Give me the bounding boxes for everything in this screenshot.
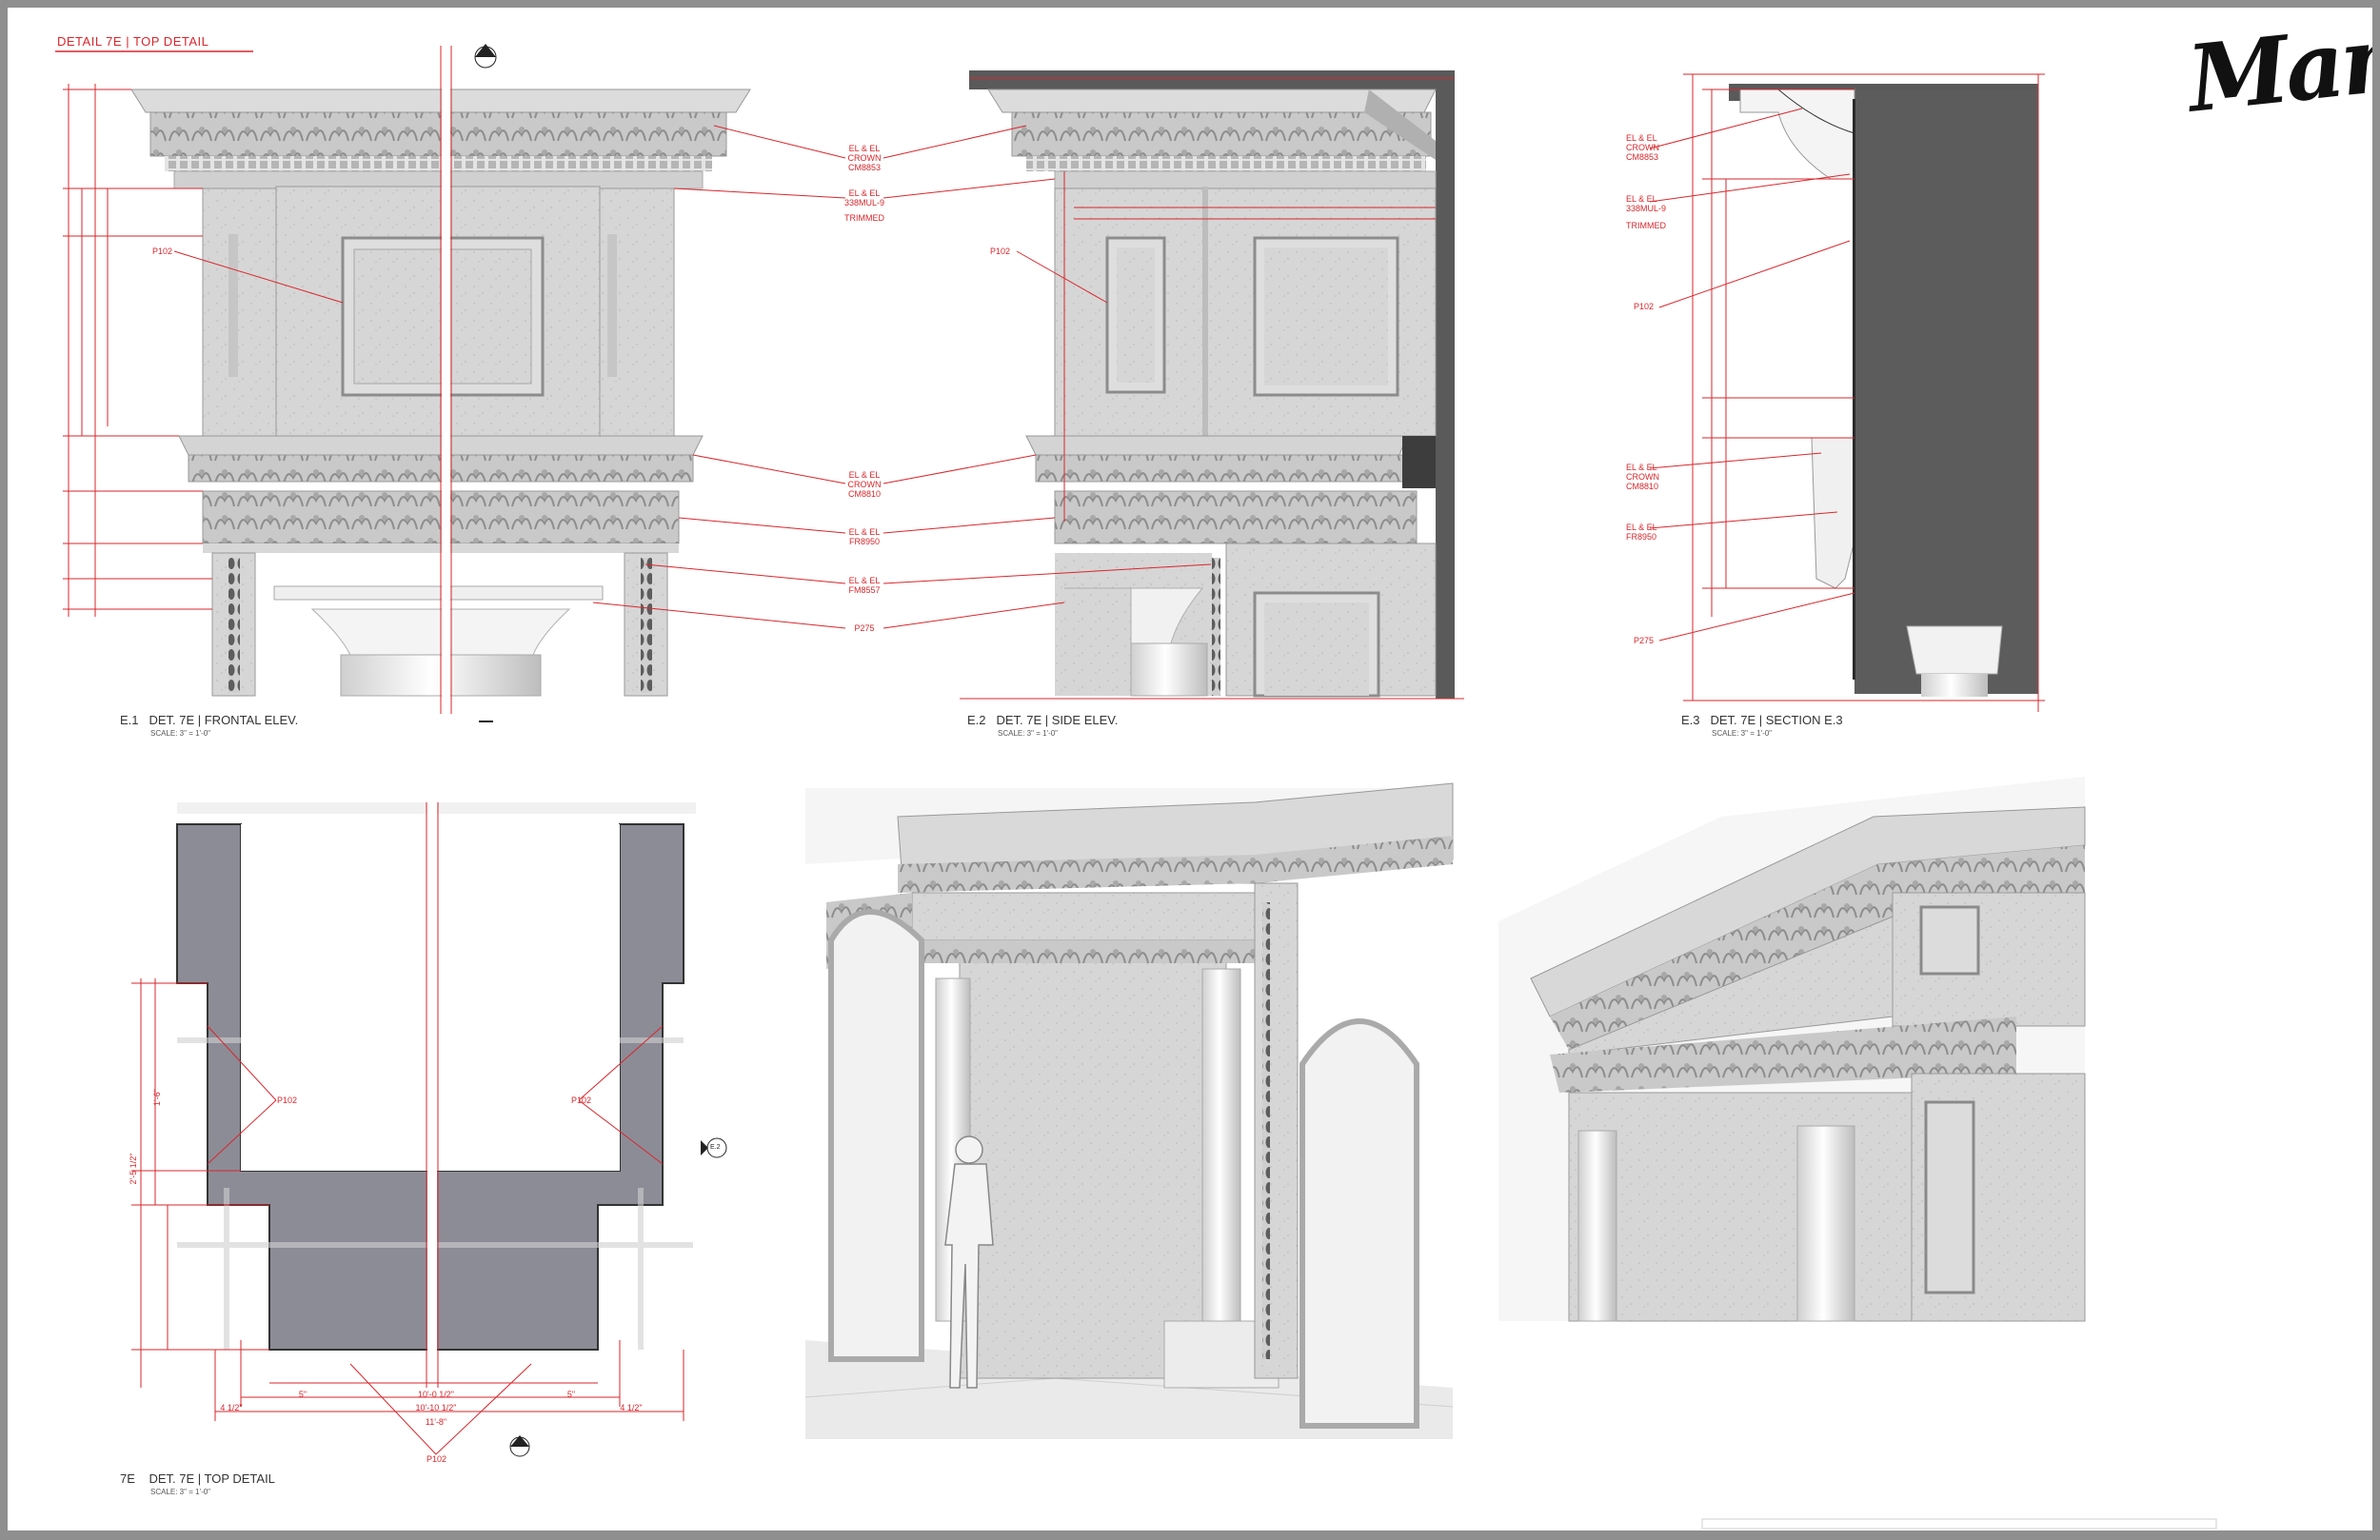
tag-p102-plan-left: P102	[277, 1096, 298, 1105]
side-elevation	[883, 70, 1464, 700]
section-view	[1649, 73, 2045, 712]
tag-p102-e1: P102	[152, 247, 173, 256]
drawing-canvas	[55, 44, 2217, 1530]
dim-overall: 11'-8"	[425, 1417, 447, 1427]
view-title-e1: E.1 DET. 7E | FRONTAL ELEV. SCALE: 3" = …	[120, 713, 299, 738]
view-title-e3: E.3 DET. 7E | SECTION E.3 SCALE: 3" = 1'…	[1681, 713, 1843, 738]
dim-return-a: 5"	[298, 1390, 307, 1399]
dim-inner2: 10'-0 1/2"	[418, 1390, 454, 1399]
view-title-7e: 7E DET. 7E | TOP DETAIL SCALE: 3" = 1'-0…	[120, 1471, 275, 1496]
dim-side-a: 4 1/2"	[220, 1403, 243, 1412]
tag-p102-plan-right: P102	[571, 1096, 592, 1105]
dim-side-b: 4 1/2"	[620, 1403, 643, 1412]
drawing-sheet: DETAIL 7E | TOP DETAIL Mank EL & EL CROW…	[8, 8, 2372, 1530]
marker-e2: E.2	[710, 1144, 721, 1151]
e3-callout-338mul: EL & EL 338MUL-9	[1626, 194, 1667, 213]
e3-callout-crown-cm8810: EL & EL CROWN CM8810	[1626, 463, 1659, 491]
dim-return-b: 5"	[566, 1390, 576, 1399]
perspective-render-2	[1498, 777, 2086, 1322]
e3-callout-trimmed: TRIMMED	[1626, 221, 1666, 230]
e3-callout-p275: P275	[1634, 636, 1655, 645]
dim-flank: 1'-6"	[152, 1089, 162, 1106]
e3-callout-p102: P102	[1634, 302, 1655, 311]
e3-callout-crown-cm8853: EL & EL CROWN CM8853	[1626, 133, 1659, 162]
frontal-elevation	[55, 44, 846, 722]
dim-depth: 2'-5 1/2"	[129, 1153, 138, 1185]
perspective-render-1	[804, 777, 1454, 1439]
view-title-e2: E.2 DET. 7E | SIDE ELEV. SCALE: 3" = 1'-…	[967, 713, 1119, 738]
callout-crown-cm8810: EL & EL CROWN CM8810	[847, 470, 882, 499]
callout-338mul: EL & EL 338MUL-9	[843, 188, 885, 207]
callout-p275: P275	[854, 623, 875, 633]
callout-fr8950: EL & EL FR8950	[848, 527, 881, 546]
callout-trimmed: TRIMMED	[844, 213, 884, 223]
dim-inner: 10'-10 1/2"	[415, 1403, 457, 1412]
callout-crown-cm8853: EL & EL CROWN CM8853	[847, 144, 882, 172]
tag-p102-plan-bottom: P102	[426, 1454, 447, 1464]
tag-p102-e2: P102	[990, 247, 1011, 256]
e3-callout-fr8950: EL & EL FR8950	[1626, 523, 1657, 542]
callout-fm8557: EL & EL FM8557	[848, 576, 881, 595]
plan-detail	[131, 802, 727, 1457]
marker-e3: E.3	[478, 52, 488, 59]
